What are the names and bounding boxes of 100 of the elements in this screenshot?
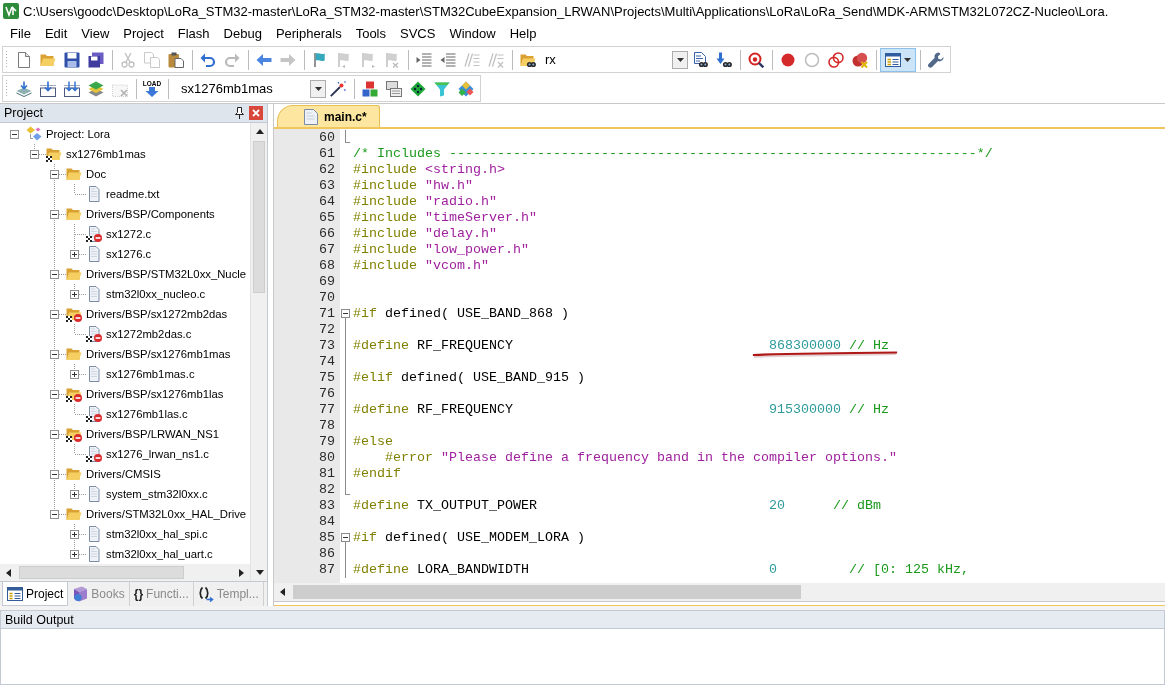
tree-item[interactable]: Drivers/CMSIS [86,468,161,480]
menu-item[interactable]: Debug [216,24,269,43]
expand-icon[interactable] [70,489,79,499]
expand-icon[interactable] [70,289,79,299]
scroll-thumb[interactable] [19,566,184,579]
floppy-disks-icon [88,51,104,68]
collapse-icon[interactable] [50,209,59,219]
left-triangle-icon [280,588,285,596]
collapse-icon[interactable] [50,469,59,479]
stacked-windows-icon [386,80,402,97]
tree-item[interactable]: sx1276mb1mas [66,148,146,160]
expand-icon[interactable] [70,529,79,539]
unindent-lines-icon [440,51,456,68]
flag-right-icon [360,51,376,68]
tree-item[interactable]: sx1272.c [106,228,152,240]
line-number: 79 [318,434,336,450]
scroll-thumb[interactable] [253,141,265,293]
folder-checkered-icon [46,146,62,162]
tree-item[interactable]: Drivers/STM32L0xx_HAL_Drive [86,508,247,520]
scroll-thumb[interactable] [293,585,801,599]
tree-item[interactable]: sx1276mb1mas.c [106,368,195,380]
expand-icon[interactable] [70,369,79,379]
window-list-icon [7,586,23,601]
tree-item[interactable]: Project: Lora [46,128,111,140]
tree-item[interactable]: sx1276mb1las.c [106,408,188,420]
pin-button[interactable] [232,106,246,120]
undo-arrow-icon [200,51,216,68]
menu-item[interactable]: Edit [37,24,75,43]
collapse-icon[interactable] [50,349,59,359]
braces-icon: {} [133,587,144,601]
horizontal-scrollbar[interactable] [274,583,1165,601]
tree-item[interactable]: sx1276.c [106,248,152,260]
tree-item[interactable]: Drivers/BSP/STM32L0xx_Nucle [86,268,247,280]
vertical-scrollbar[interactable] [250,123,267,581]
code-line: #include "radio.h" [353,194,498,210]
menu-item[interactable]: Window [442,24,503,43]
collapse-icon[interactable] [50,309,59,319]
window-layout-button[interactable] [880,47,916,72]
tree-item[interactable]: Drivers/BSP/sx1276mb1mas [86,348,231,360]
caret-icon [904,57,911,62]
menu-item[interactable]: Flash [170,24,217,43]
tree-item[interactable]: Drivers/BSP/sx1276mb1las [86,388,224,400]
menu-item[interactable]: Help [502,24,544,43]
collapse-icon[interactable] [341,309,350,318]
line-number: 61 [318,146,336,162]
window-list-icon [885,51,901,68]
left-arrow-icon [256,51,272,68]
tree-item[interactable]: system_stm32l0xx.c [106,488,208,500]
tree-item[interactable]: sx1272mb2das.c [106,328,192,340]
right-arrow-icon [280,51,296,68]
dotted-diamond-icon [410,80,426,97]
flag-left-icon [336,51,352,68]
menu-item[interactable]: File [3,24,38,43]
tree-item[interactable]: stm32l0xx_hal_spi.c [106,528,208,540]
clipboard-icon [168,51,184,68]
collapse-icon[interactable] [30,149,39,159]
line-number: 82 [318,482,336,498]
expand-icon[interactable] [70,249,79,259]
expand-icon[interactable] [70,549,79,559]
tree-item[interactable]: Drivers/BSP/sx1272mb2das [86,308,228,320]
collapse-icon[interactable] [341,533,350,542]
tree-item[interactable]: Doc [86,168,107,180]
collapse-icon[interactable] [10,129,19,139]
tree-item[interactable]: stm32l0xx_nucleo.c [106,288,206,300]
line-number: 85 [318,530,336,546]
code-line: #include "delay.h" [353,226,498,242]
editor-tab[interactable]: main.c* [277,105,380,127]
left-triangle-icon [6,568,11,577]
slashes-cross-icon [488,51,504,68]
collapse-icon[interactable] [50,509,59,519]
panel-tab[interactable]: Project [2,582,69,606]
dropdown-button[interactable] [310,79,326,98]
menu-item[interactable]: View [74,24,117,43]
tree-item[interactable]: Drivers/BSP/LRWAN_NS1 [86,428,220,440]
menu-item[interactable]: Tools [348,24,393,43]
collapse-icon[interactable] [50,429,59,439]
close-icon [252,109,260,117]
line-number: 72 [318,322,336,338]
menu-item[interactable]: Peripherals [268,24,349,43]
tree-item[interactable]: stm32l0xx_hal_uart.c [106,548,213,560]
horizontal-scrollbar[interactable] [0,564,250,581]
panel-title: Project [4,106,44,120]
close-button[interactable] [249,106,263,120]
down-arrow-icon [145,87,159,97]
brackets-arrow-icon [197,586,214,602]
tree-item[interactable]: readme.txt [106,188,160,200]
tree-item[interactable]: sx1276_lrwan_ns1.c [106,448,209,460]
collapse-icon[interactable] [50,169,59,179]
redo-arrow-icon [224,51,240,68]
tree-item[interactable]: Drivers/BSP/Components [86,208,215,220]
dropdown-button[interactable] [672,50,688,69]
collapse-icon[interactable] [50,389,59,399]
menu-item[interactable]: SVCS [393,24,443,43]
slashes-lines-icon [464,51,480,68]
tiled-diamond-icon [458,80,474,97]
menu-item[interactable]: Project [116,24,171,43]
funnel-icon [434,80,450,97]
line-number: 81 [318,466,336,482]
collapse-icon[interactable] [50,269,59,279]
app-logo-icon [3,3,19,19]
